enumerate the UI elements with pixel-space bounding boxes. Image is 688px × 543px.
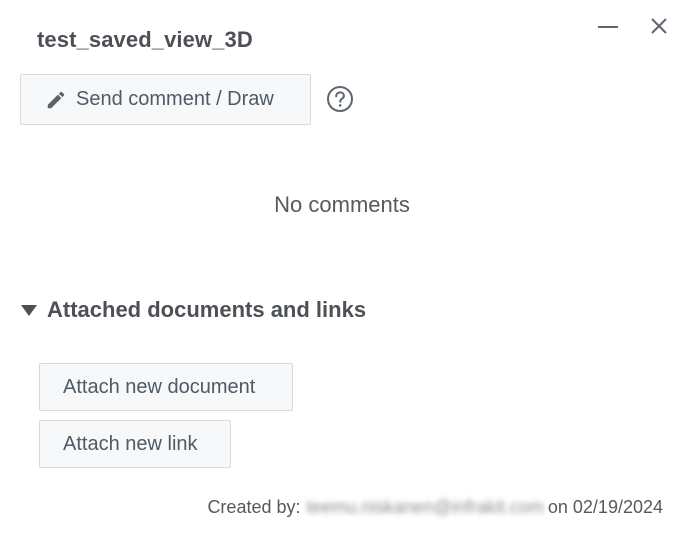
panel-title: test_saved_view_3D xyxy=(37,27,253,52)
minimize-icon xyxy=(598,26,618,28)
send-comment-draw-label: Send comment / Draw xyxy=(76,88,274,110)
triangle-down-icon xyxy=(20,302,38,318)
created-date-prefix: on xyxy=(547,497,568,517)
send-comment-draw-button[interactable]: Send comment / Draw xyxy=(20,74,311,125)
help-circle-icon xyxy=(327,86,353,112)
help-button[interactable] xyxy=(326,85,354,113)
creator-email: teemu.niskanen@infrakit.com xyxy=(306,497,544,517)
created-by-label: Created by: xyxy=(207,497,301,517)
created-date: 02/19/2024 xyxy=(572,497,663,517)
attach-new-document-button[interactable]: Attach new document xyxy=(39,363,293,411)
no-comments-text: No comments xyxy=(274,192,410,217)
created-by-line: Created by: teemu.niskanen@infrakit.com … xyxy=(207,497,663,518)
close-icon xyxy=(651,18,667,34)
attachments-section-toggle[interactable]: Attached documents and links xyxy=(20,297,366,323)
minimize-button[interactable] xyxy=(595,13,621,39)
close-button[interactable] xyxy=(646,13,672,39)
saved-view-panel: test_saved_view_3D Send comment / Draw N… xyxy=(0,0,688,543)
pencil-icon xyxy=(45,89,67,111)
attachments-section-title: Attached documents and links xyxy=(47,297,367,322)
attach-new-link-button[interactable]: Attach new link xyxy=(39,420,231,468)
